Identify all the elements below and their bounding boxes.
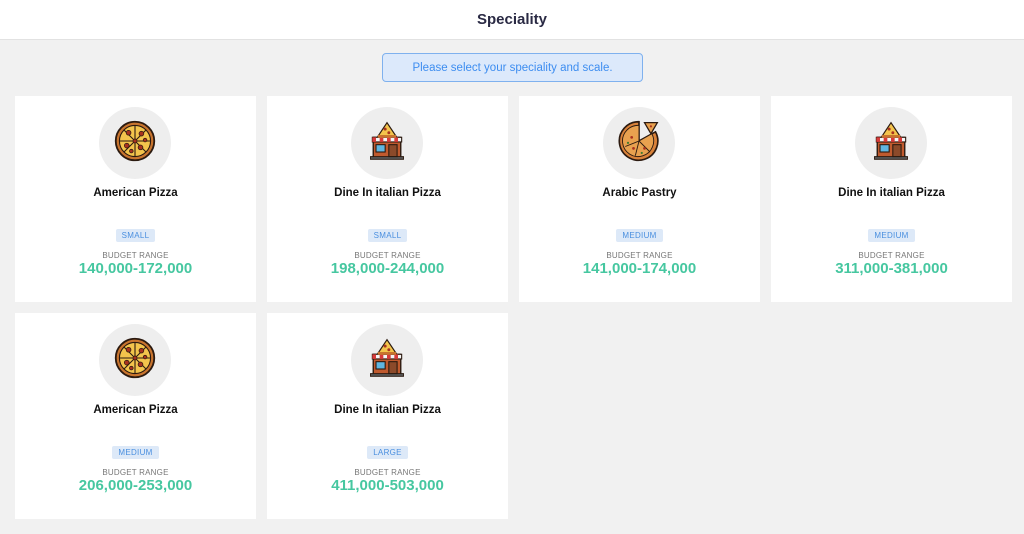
pizza-icon bbox=[113, 336, 157, 385]
pizza-icon bbox=[113, 119, 157, 168]
speciality-card-1[interactable]: American Pizza SMALL BUDGET RANGE 140,00… bbox=[15, 96, 256, 302]
page-title: Speciality bbox=[476, 11, 548, 28]
budget-value: 141,000-174,000 bbox=[582, 260, 697, 277]
pizzeria-icon bbox=[365, 119, 409, 168]
budget-label: BUDGET RANGE bbox=[606, 251, 673, 260]
speciality-grid: American Pizza SMALL BUDGET RANGE 140,00… bbox=[15, 96, 1012, 519]
pastry-icon bbox=[617, 119, 661, 168]
speciality-card-4[interactable]: Dine In italian Pizza MEDIUM BUDGET RANG… bbox=[771, 96, 1012, 302]
card-title: Dine In italian Pizza bbox=[334, 404, 441, 416]
card-icon-container bbox=[603, 107, 675, 179]
card-title: Dine In italian Pizza bbox=[334, 187, 441, 199]
size-badge: LARGE bbox=[367, 446, 408, 459]
card-icon-container bbox=[855, 107, 927, 179]
card-title: American Pizza bbox=[93, 404, 178, 416]
budget-label: BUDGET RANGE bbox=[858, 251, 925, 260]
card-title: American Pizza bbox=[93, 187, 178, 199]
card-icon-container bbox=[99, 107, 171, 179]
size-badge: SMALL bbox=[115, 229, 156, 242]
budget-value: 411,000-503,000 bbox=[331, 477, 444, 494]
budget-value: 311,000-381,000 bbox=[835, 260, 948, 277]
size-badge: MEDIUM bbox=[868, 229, 915, 242]
speciality-card-6[interactable]: Dine In italian Pizza LARGE BUDGET RANGE… bbox=[267, 313, 508, 519]
card-title: Dine In italian Pizza bbox=[838, 187, 945, 199]
pizzeria-icon bbox=[869, 119, 913, 168]
budget-label: BUDGET RANGE bbox=[354, 251, 421, 260]
selection-notice: Please select your speciality and scale. bbox=[382, 53, 643, 82]
speciality-card-2[interactable]: Dine In italian Pizza SMALL BUDGET RANGE… bbox=[267, 96, 508, 302]
speciality-card-3[interactable]: Arabic Pastry MEDIUM BUDGET RANGE 141,00… bbox=[519, 96, 760, 302]
card-icon-container bbox=[351, 324, 423, 396]
size-badge: SMALL bbox=[367, 229, 408, 242]
page-header: Speciality bbox=[0, 0, 1024, 40]
budget-label: BUDGET RANGE bbox=[102, 251, 169, 260]
budget-value: 206,000-253,000 bbox=[78, 477, 193, 494]
budget-value: 140,000-172,000 bbox=[78, 260, 193, 277]
budget-label: BUDGET RANGE bbox=[102, 468, 169, 477]
speciality-card-5[interactable]: American Pizza MEDIUM BUDGET RANGE 206,0… bbox=[15, 313, 256, 519]
pizzeria-icon bbox=[365, 336, 409, 385]
card-icon-container bbox=[351, 107, 423, 179]
budget-label: BUDGET RANGE bbox=[354, 468, 421, 477]
size-badge: MEDIUM bbox=[112, 446, 159, 459]
card-icon-container bbox=[99, 324, 171, 396]
size-badge: MEDIUM bbox=[616, 229, 663, 242]
budget-value: 198,000-244,000 bbox=[330, 260, 445, 277]
card-title: Arabic Pastry bbox=[602, 187, 677, 199]
